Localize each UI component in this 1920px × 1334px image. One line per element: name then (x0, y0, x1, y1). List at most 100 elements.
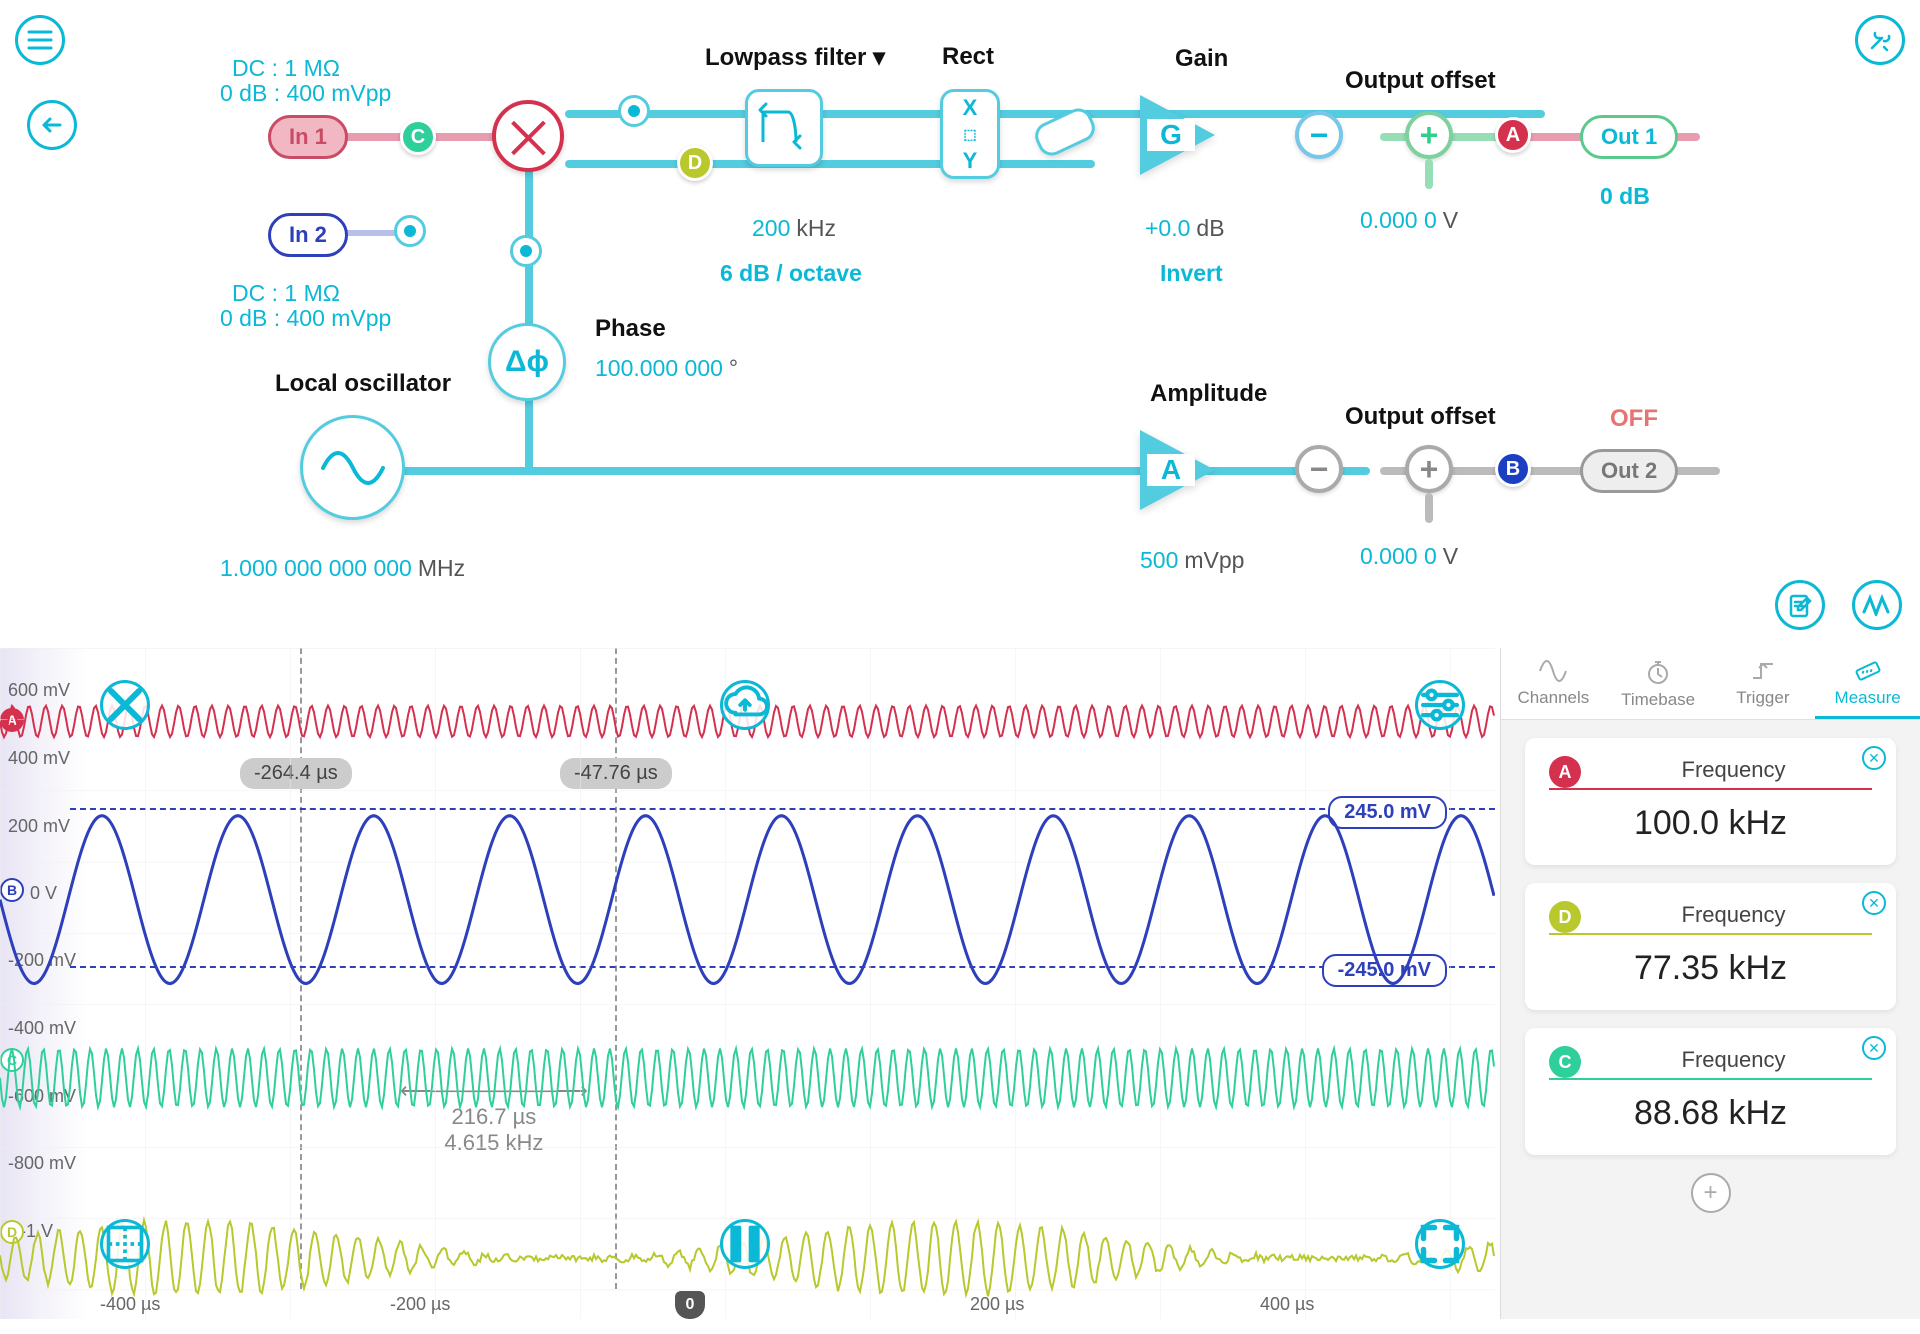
offset1-val[interactable]: 0.000 0 (1360, 207, 1437, 233)
lowpass-slope[interactable]: 6 dB / octave (720, 260, 862, 287)
offset1-unit: V (1443, 207, 1458, 233)
close-icon[interactable]: ✕ (1862, 891, 1886, 915)
rect-x: X (963, 95, 978, 121)
menu-button[interactable] (15, 15, 65, 65)
channel-b-badge: B (1495, 451, 1531, 487)
offset2-title: Output offset (1345, 403, 1496, 431)
phase-title: Phase (595, 315, 666, 343)
measurement-card[interactable]: ✕ A Frequency 100.0 kHz (1525, 738, 1896, 865)
mixer-block[interactable] (492, 100, 564, 172)
wire (350, 467, 1370, 475)
input-2[interactable]: In 2 (268, 213, 348, 257)
offset-minus[interactable]: − (1295, 111, 1343, 159)
tab-label: Timebase (1621, 690, 1695, 709)
gain-letter: G (1147, 119, 1195, 151)
lowpass-block[interactable] (745, 89, 823, 167)
probe-dot[interactable] (618, 95, 650, 127)
meas-title: Frequency (1595, 1047, 1872, 1077)
amp-val[interactable]: 500 (1140, 547, 1178, 573)
channel-badge: C (1549, 1046, 1581, 1078)
settings-button[interactable] (1415, 680, 1465, 730)
rect-block[interactable]: X ⬚ Y (940, 89, 1000, 179)
rect-y: Y (963, 148, 978, 174)
channel-a-badge: A (1495, 117, 1531, 153)
meas-value: 77.35 kHz (1549, 949, 1872, 988)
phase-unit: ° (729, 355, 738, 381)
out1-db: 0 dB (1600, 183, 1650, 210)
offset2-plus[interactable]: + (1405, 445, 1453, 493)
close-icon[interactable]: ✕ (1862, 1036, 1886, 1060)
in1-db-label: 0 dB : 400 mVpp (220, 80, 391, 107)
close-icon[interactable]: ✕ (1862, 746, 1886, 770)
cloud-upload-button[interactable] (720, 680, 770, 730)
meas-title: Frequency (1595, 757, 1872, 787)
pause-button[interactable] (720, 1219, 770, 1269)
output-2[interactable]: Out 2 (1580, 449, 1678, 493)
out2-state: OFF (1610, 405, 1658, 433)
lowpass-freq[interactable]: 200 (752, 215, 790, 241)
input-1[interactable]: In 1 (268, 115, 348, 159)
offset-plus[interactable]: + (1405, 111, 1453, 159)
notes-button[interactable] (1775, 580, 1825, 630)
meas-value: 88.68 kHz (1549, 1094, 1872, 1133)
offset2-val[interactable]: 0.000 0 (1360, 543, 1437, 569)
measurement-card[interactable]: ✕ C Frequency 88.68 kHz (1525, 1028, 1896, 1155)
lo-block[interactable] (300, 415, 405, 520)
tab-channels[interactable]: Channels (1501, 648, 1606, 719)
wire (1425, 159, 1433, 189)
lowpass-unit: kHz (796, 215, 836, 241)
gain-title: Gain (1175, 45, 1228, 73)
in1-dc-label: DC : 1 MΩ (232, 55, 340, 82)
meas-title: Frequency (1595, 902, 1872, 932)
tab-trigger[interactable]: Trigger (1711, 648, 1816, 719)
delta-phi: Δϕ (505, 345, 549, 379)
tab-label: Channels (1517, 688, 1589, 707)
output-1[interactable]: Out 1 (1580, 115, 1678, 159)
in2-dc-label: DC : 1 MΩ (232, 280, 340, 307)
offset2-unit: V (1443, 543, 1458, 569)
phase-block[interactable]: Δϕ (488, 323, 566, 401)
offset2-minus[interactable]: − (1295, 445, 1343, 493)
amp-unit: mVpp (1184, 547, 1244, 573)
gain-amp[interactable]: G (1140, 95, 1215, 175)
oscilloscope: 600 mV 400 mV 200 mV 0 V -200 mV -400 mV… (0, 648, 1920, 1319)
tab-label: Trigger (1736, 688, 1789, 707)
lowpass-title[interactable]: Lowpass filter ▾ (705, 43, 885, 72)
probe-dot[interactable] (510, 235, 542, 267)
channel-badge: A (1549, 756, 1581, 788)
rect-title: Rect (942, 43, 994, 71)
amp-title: Amplitude (1150, 380, 1267, 408)
grid-button[interactable] (100, 1219, 150, 1269)
wire (565, 160, 1095, 168)
amp-letter: A (1147, 454, 1195, 486)
phase-val[interactable]: 100.000 000 (595, 355, 723, 381)
lo-val[interactable]: 1.000 000 000 000 (220, 555, 412, 581)
gain-unit: dB (1196, 215, 1224, 241)
lo-unit: MHz (418, 555, 465, 581)
offset1-title: Output offset (1345, 67, 1496, 95)
tabs: Channels Timebase Trigger Measure (1501, 648, 1920, 720)
amplitude-amp[interactable]: A (1140, 430, 1215, 510)
meas-value: 100.0 kHz (1549, 804, 1872, 843)
tab-timebase[interactable]: Timebase (1606, 648, 1711, 719)
measurement-card[interactable]: ✕ D Frequency 77.35 kHz (1525, 883, 1896, 1010)
wire (525, 165, 533, 475)
channel-c-badge: C (400, 119, 436, 155)
close-plot-button[interactable] (100, 680, 150, 730)
wave-button[interactable] (1852, 580, 1902, 630)
wire (1425, 493, 1433, 523)
back-button[interactable] (27, 100, 77, 150)
side-panel: Channels Timebase Trigger Measure ✕ A Fre… (1500, 648, 1920, 1319)
gain-val[interactable]: +0.0 (1145, 215, 1190, 241)
channel-badge: D (1549, 901, 1581, 933)
fullscreen-button[interactable] (1415, 1219, 1465, 1269)
signal-chain: DC : 1 MΩ 0 dB : 400 mVpp DC : 1 MΩ 0 dB… (220, 15, 1905, 585)
in2-db-label: 0 dB : 400 mVpp (220, 305, 391, 332)
lo-title: Local oscillator (275, 370, 451, 398)
gain-invert[interactable]: Invert (1160, 260, 1223, 287)
tab-label: Measure (1835, 688, 1901, 707)
tab-measure[interactable]: Measure (1815, 648, 1920, 719)
probe-dot[interactable] (394, 215, 426, 247)
scope-plot[interactable]: 600 mV 400 mV 200 mV 0 V -200 mV -400 mV… (0, 648, 1495, 1319)
add-measurement-button[interactable]: + (1691, 1173, 1731, 1213)
